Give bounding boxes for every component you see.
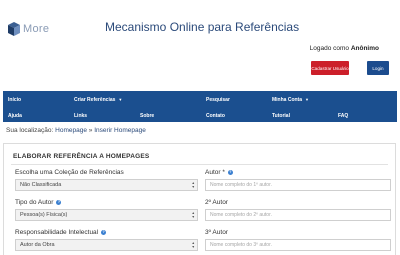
site-title: Mecanismo Online para Referências xyxy=(105,20,300,34)
form-divider xyxy=(11,164,388,165)
author-type-label: Tipo do Autor ? xyxy=(15,199,62,206)
collection-select-value: Não Classificada xyxy=(20,182,62,188)
nav-item-links[interactable]: Links xyxy=(74,113,87,119)
nav-item-minha-conta-label: Minha Conta xyxy=(272,97,302,103)
author1-label-text: Autor * xyxy=(205,169,225,176)
nav-item-ajuda[interactable]: Ajuda xyxy=(8,113,22,119)
responsibility-label-text: Responsabilidade Intelectual xyxy=(15,229,99,236)
help-icon[interactable]: ? xyxy=(227,170,233,175)
logo-text: More xyxy=(23,23,50,35)
select-arrows-icon: ▲ ▼ xyxy=(191,211,195,219)
nav-item-sobre[interactable]: Sobre xyxy=(140,113,154,119)
author1-label: Autor * ? xyxy=(205,169,233,176)
caret-down-icon: ▼ xyxy=(118,97,123,102)
select-arrows-icon: ▲ ▼ xyxy=(191,181,195,189)
breadcrumb-homepage-link[interactable]: Homepage xyxy=(55,127,87,134)
responsibility-select[interactable]: Autor da Obra ▲ ▼ xyxy=(15,239,198,251)
author-type-select[interactable]: Pessoa(s) Física(s) ▲ ▼ xyxy=(15,209,198,221)
author3-label-text: 3º Autor xyxy=(205,229,228,236)
collection-select[interactable]: Não Classificada ▲ ▼ xyxy=(15,179,198,191)
breadcrumb-inserir-homepage-link[interactable]: Inserir Homepage xyxy=(94,127,146,134)
author-type-select-value: Pessoa(s) Física(s) xyxy=(20,212,68,218)
author1-input[interactable] xyxy=(205,179,391,191)
select-arrows-icon: ▲ ▼ xyxy=(191,241,195,249)
help-icon[interactable]: ? xyxy=(56,200,62,205)
breadcrumb-prefix: Sua localização: xyxy=(6,127,56,134)
cube-icon xyxy=(8,22,20,36)
responsibility-label: Responsabilidade Intelectual ? xyxy=(15,229,107,236)
collection-label: Escolha uma Coleção de Referências xyxy=(15,169,124,176)
author3-label: 3º Autor xyxy=(205,229,228,236)
form-heading: ELABORAR REFERÊNCIA A HOMEPAGES xyxy=(13,153,150,160)
logged-prefix: Logado como xyxy=(309,45,351,52)
caret-down-icon: ▼ xyxy=(305,97,309,102)
main-navbar: Início Criar Referências ▼ Pesquisar Minh… xyxy=(3,91,397,122)
reference-form-panel: ELABORAR REFERÊNCIA A HOMEPAGES Escolha … xyxy=(3,143,396,255)
nav-item-minha-conta[interactable]: Minha Conta ▼ xyxy=(272,97,309,103)
nav-item-faq[interactable]: FAQ xyxy=(338,113,348,119)
nav-item-criar-label: Criar Referências xyxy=(74,97,116,103)
author2-input[interactable] xyxy=(205,209,391,221)
nav-item-inicio[interactable]: Início xyxy=(8,97,21,103)
collection-label-text: Escolha uma Coleção de Referências xyxy=(15,169,124,176)
author2-label: 2º Autor xyxy=(205,199,228,206)
logged-user: Anônimo xyxy=(350,45,379,52)
logged-status: Logado como Anônimo xyxy=(310,45,379,52)
nav-item-pesquisar[interactable]: Pesquisar xyxy=(206,97,230,103)
register-user-button[interactable]: Cadastrar Usuário xyxy=(311,61,349,75)
nav-item-criar-referencias[interactable]: Criar Referências ▼ xyxy=(74,97,122,103)
author3-input[interactable] xyxy=(205,239,391,251)
site-logo[interactable]: More xyxy=(8,22,49,36)
breadcrumb: Sua localização: Homepage » Inserir Home… xyxy=(6,127,146,134)
help-icon[interactable]: ? xyxy=(101,230,107,235)
nav-item-tutorial[interactable]: Tutorial xyxy=(272,113,290,119)
responsibility-select-value: Autor da Obra xyxy=(20,242,55,248)
nav-item-contato[interactable]: Contato xyxy=(206,113,225,119)
login-button[interactable]: Login xyxy=(367,61,389,75)
author2-label-text: 2º Autor xyxy=(205,199,228,206)
author-type-label-text: Tipo do Autor xyxy=(15,199,54,206)
